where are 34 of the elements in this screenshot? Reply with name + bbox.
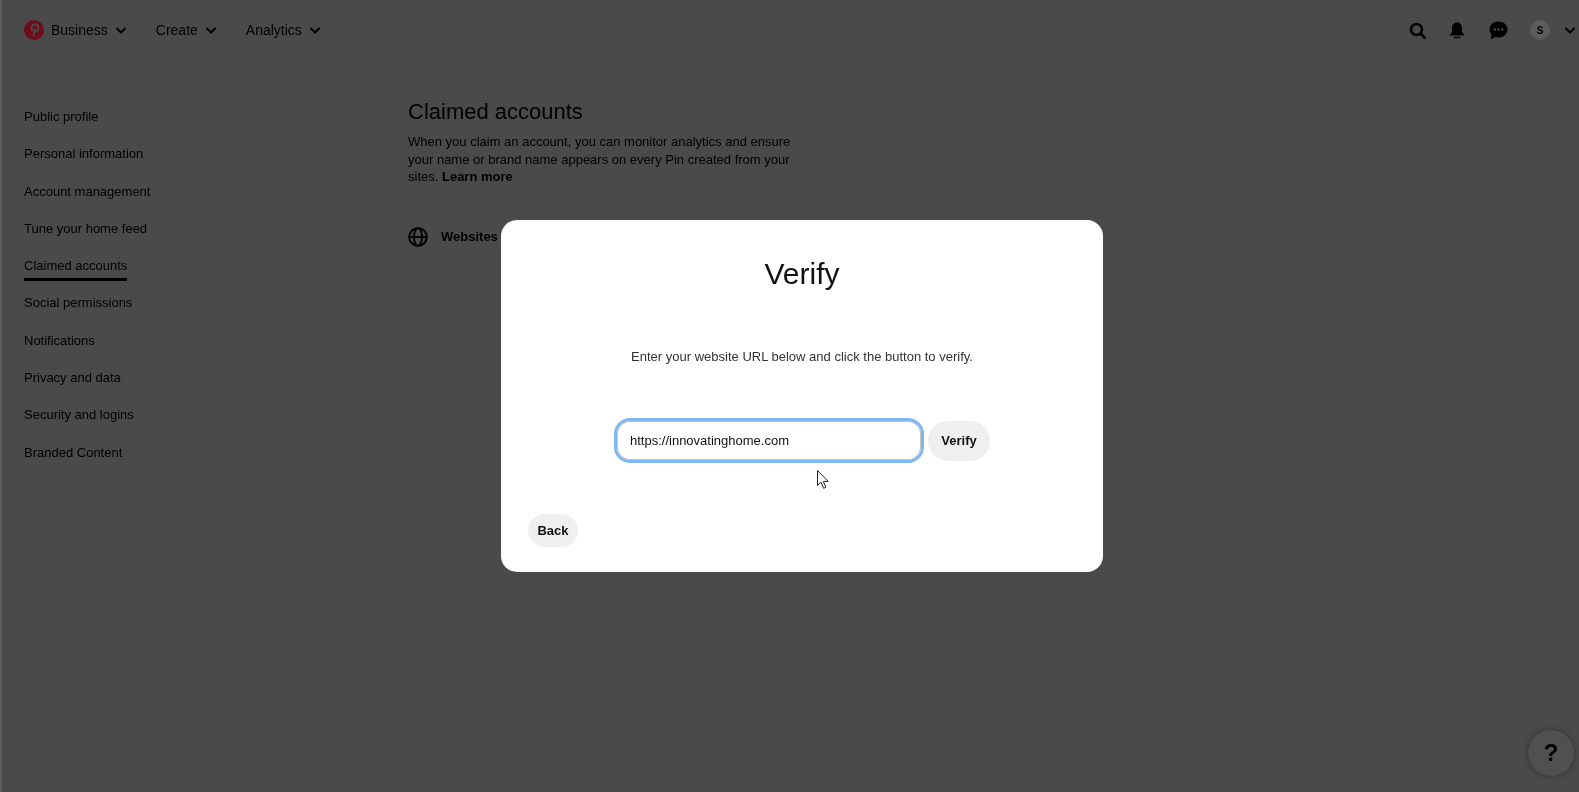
nav-menu-button[interactable]: Analytics (245, 15, 320, 45)
dialog-title: Verify (764, 256, 840, 292)
page-title: Claimed accounts (408, 98, 583, 126)
caret-icon (309, 26, 320, 34)
caret-icon[interactable] (1565, 26, 1575, 34)
sidebar-item[interactable]: Security and logins (24, 406, 134, 425)
sidebar-item[interactable]: Account management (24, 182, 151, 201)
sidebar-item[interactable]: Privacy and data (24, 369, 121, 388)
sidebar-item[interactable]: Tune your home feed (24, 219, 148, 238)
sidebar-item[interactable]: Branded Content (24, 443, 123, 462)
description-text: When you claim an account, you can monitor analytics and ensure your name or brand name appears on every Pin created from your sites. Learn more (408, 133, 792, 186)
chat-bubble-icon[interactable] (1489, 20, 1508, 40)
sidebar-item[interactable]: Social permissions (24, 294, 133, 313)
caret-icon (205, 26, 216, 34)
caret-icon (115, 26, 126, 34)
nav-menu-button[interactable]: Create (155, 15, 216, 45)
sidebar-item[interactable]: Public profile (24, 108, 99, 126)
globe-icon (408, 226, 428, 247)
logo-icon (24, 20, 44, 40)
help-button[interactable]: ? (1528, 730, 1574, 776)
search-icon[interactable] (1409, 21, 1426, 39)
nav-menu-button[interactable]: Business (51, 15, 126, 45)
instruction-text: Enter your website URL below and click the button to verify. (631, 348, 973, 366)
avatar[interactable]: S (1530, 20, 1550, 40)
sidebar-item[interactable]: Personal information (24, 145, 144, 164)
sidebar-item[interactable]: Claimed accounts (24, 257, 128, 282)
learn-more-link[interactable]: Learn more (441, 169, 513, 184)
sidebar-item[interactable]: Notifications (24, 331, 95, 350)
verify-button[interactable]: Verify (928, 420, 990, 461)
url-input-field[interactable]: https://innovatinghome.com (614, 418, 924, 463)
cursor-icon (817, 470, 829, 489)
bell-icon[interactable] (1449, 21, 1465, 39)
back-button[interactable]: Back (528, 514, 578, 547)
account-type-label: Websites (441, 227, 498, 246)
